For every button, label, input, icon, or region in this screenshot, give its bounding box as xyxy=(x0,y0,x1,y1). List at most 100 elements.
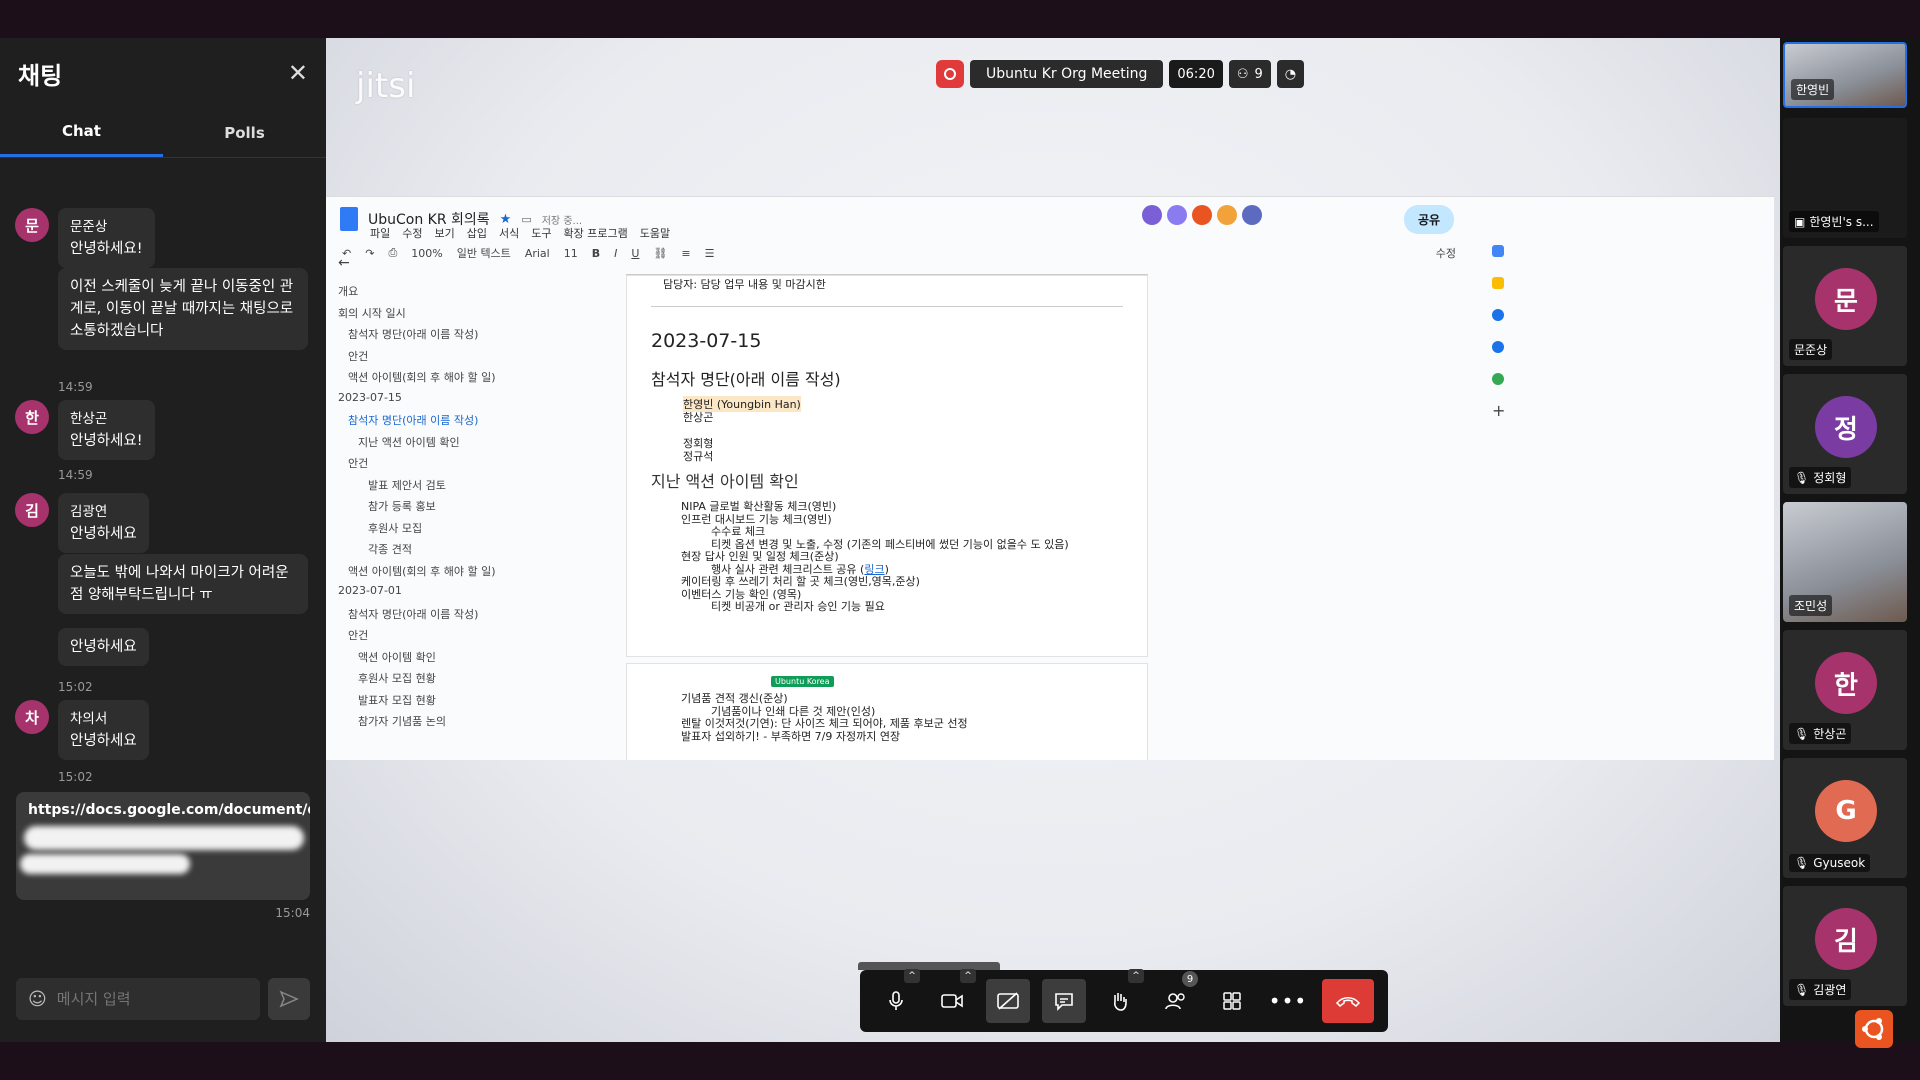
raise-hand-button[interactable]: ^ xyxy=(1098,969,1144,1023)
italic-icon[interactable]: I xyxy=(614,247,617,260)
avatar[interactable] xyxy=(1242,205,1262,225)
chevron-up-icon[interactable]: ^ xyxy=(1128,969,1144,983)
participant-tile[interactable]: ▣ 한영빈's s... xyxy=(1783,118,1907,238)
gauge-icon: ◔ xyxy=(1284,66,1297,82)
share-button[interactable]: 공유 xyxy=(1404,205,1455,234)
action-item: 티켓 비공개 or 관리자 승인 기능 필요 xyxy=(711,598,885,614)
outline-item[interactable]: 각종 견적 xyxy=(368,541,412,557)
maps-icon[interactable] xyxy=(1492,373,1504,385)
back-arrow-icon[interactable]: ← xyxy=(338,255,350,271)
message-time: 15:04 xyxy=(275,906,310,920)
outline-item[interactable]: 안건 xyxy=(348,627,368,643)
participant-tile[interactable]: 정 🎙 정회형 xyxy=(1783,374,1907,494)
message-link[interactable]: https://docs.google.com/document/d/1 xyxy=(28,802,310,818)
calendar-icon[interactable] xyxy=(1492,245,1504,257)
align-icon[interactable]: ≡ xyxy=(681,247,690,260)
message-bubble: 안녕하세요 xyxy=(58,628,149,666)
side-panel-icons: + xyxy=(1486,245,1510,419)
link-icon[interactable]: ⛓ xyxy=(653,247,667,260)
style-select[interactable]: 일반 텍스트 xyxy=(457,245,511,261)
microphone-icon xyxy=(889,991,903,1010)
tile-view-button[interactable] xyxy=(1210,979,1254,1023)
outline-item[interactable]: 참가자 기념품 논의 xyxy=(358,713,446,729)
outline-item[interactable]: 회의 시작 일시 xyxy=(338,305,406,321)
outline-item[interactable]: 액션 아이템(회의 후 해야 할 일) xyxy=(348,369,496,385)
chat-input-box[interactable]: ☺ xyxy=(16,978,260,1020)
avatar[interactable] xyxy=(1192,205,1212,225)
menu-view[interactable]: 보기 xyxy=(435,225,455,241)
emoji-icon[interactable]: ☺ xyxy=(28,989,47,1010)
outline-item[interactable]: 안건 xyxy=(348,455,368,471)
menu-extensions[interactable]: 확장 프로그램 xyxy=(564,225,628,241)
zoom-select[interactable]: 100% xyxy=(411,247,442,260)
chat-button[interactable] xyxy=(1042,979,1086,1023)
contacts-icon[interactable] xyxy=(1492,341,1504,353)
font-select[interactable]: Arial xyxy=(525,247,550,260)
menu-insert[interactable]: 삽입 xyxy=(467,225,487,241)
outline-item[interactable]: 발표 제안서 검토 xyxy=(368,477,446,493)
add-icon[interactable]: + xyxy=(1492,403,1505,419)
outline-item[interactable]: 액션 아이템 확인 xyxy=(358,649,436,665)
outline-item[interactable]: 참가 등록 홍보 xyxy=(368,498,436,514)
participant-count[interactable]: ⚇ 9 xyxy=(1228,60,1271,88)
outline-item[interactable]: 참석자 명단(아래 이름 작성) xyxy=(348,326,478,342)
edit-mode-select[interactable]: 수정 xyxy=(1436,245,1456,261)
message-bubble: 차의서 안녕하세요 xyxy=(58,700,149,760)
underline-icon[interactable]: U xyxy=(631,247,639,260)
meeting-name: Ubuntu Kr Org Meeting xyxy=(970,60,1164,88)
action-item: 발표자 섭외하기! - 부족하면 7/9 자정까지 연장 xyxy=(681,729,901,743)
participant-tile[interactable]: 조민성 xyxy=(1783,502,1907,622)
video-letterbox-top xyxy=(0,0,1920,38)
outline-item[interactable]: 후원사 모집 xyxy=(368,520,422,536)
folder-icon[interactable]: ▭ xyxy=(521,213,531,226)
outline-item[interactable]: 참석자 명단(아래 이름 작성) xyxy=(348,606,478,622)
more-options-button[interactable]: ••• xyxy=(1266,979,1310,1023)
outline-item[interactable]: 개요 xyxy=(338,283,358,299)
camera-button[interactable]: ^ xyxy=(930,969,976,1023)
tasks-icon[interactable] xyxy=(1492,309,1504,321)
outline-item[interactable]: 지난 액션 아이템 확인 xyxy=(358,434,460,450)
bold-icon[interactable]: B xyxy=(592,247,600,260)
chat-panel: 채팅 ✕ Chat Polls 문 문준상 안녕하세요! 이전 스케줄이 늦게 … xyxy=(0,38,326,1042)
participant-tile[interactable]: 한영빈 xyxy=(1783,42,1907,108)
avatar[interactable] xyxy=(1167,205,1187,225)
send-button[interactable] xyxy=(268,978,310,1020)
outline-item[interactable]: 2023-07-01 xyxy=(338,584,402,597)
keep-icon[interactable] xyxy=(1492,277,1504,289)
avatar[interactable] xyxy=(1217,205,1237,225)
tab-polls[interactable]: Polls xyxy=(163,108,326,157)
font-size[interactable]: 11 xyxy=(564,247,578,260)
avatar[interactable] xyxy=(1142,205,1162,225)
redo-icon[interactable]: ↷ xyxy=(365,247,374,260)
close-icon[interactable]: ✕ xyxy=(288,59,308,87)
participant-tile[interactable]: 문 문준상 xyxy=(1783,246,1907,366)
outline-item[interactable]: 참석자 명단(아래 이름 작성) xyxy=(348,412,478,428)
tab-chat[interactable]: Chat xyxy=(0,108,163,157)
chevron-up-icon[interactable]: ^ xyxy=(904,969,920,983)
own-message-bubble: https://docs.google.com/document/d/1 xyxy=(16,792,310,900)
outline-item[interactable]: 안건 xyxy=(348,348,368,364)
microphone-button[interactable]: ^ xyxy=(874,969,920,1023)
screen-share-button[interactable] xyxy=(986,979,1030,1023)
leave-meeting-button[interactable] xyxy=(1322,979,1374,1023)
outline-item[interactable]: 후원사 모집 현황 xyxy=(358,670,436,686)
menu-help[interactable]: 도움말 xyxy=(640,225,670,241)
chevron-up-icon[interactable]: ^ xyxy=(960,969,976,983)
list-icon[interactable]: ☰ xyxy=(705,247,715,260)
menu-file[interactable]: 파일 xyxy=(370,225,390,241)
message-input[interactable] xyxy=(56,990,237,1008)
participants-button[interactable]: 9 xyxy=(1154,971,1198,1023)
outline-item[interactable]: 액션 아이템(회의 후 해야 할 일) xyxy=(348,563,496,579)
participant-tile[interactable]: G 🎙 Gyuseok xyxy=(1783,758,1907,878)
participant-tile[interactable]: 한 🎙 한상곤 xyxy=(1783,630,1907,750)
menu-edit[interactable]: 수정 xyxy=(402,225,422,241)
connection-indicator[interactable]: ◔ xyxy=(1276,60,1305,88)
doc-page: 담당자: 담당 업무 내용 및 마감시한 2023-07-15 참석자 명단(아… xyxy=(626,275,1148,657)
docs-icon xyxy=(340,207,358,231)
outline-item[interactable]: 발표자 모집 현황 xyxy=(358,692,436,708)
menu-tools[interactable]: 도구 xyxy=(531,225,551,241)
participant-tile[interactable]: 김 🎙 김광연 xyxy=(1783,886,1907,1006)
outline-item[interactable]: 2023-07-15 xyxy=(338,391,402,404)
menu-format[interactable]: 서식 xyxy=(499,225,519,241)
print-icon[interactable]: ⎙ xyxy=(388,246,397,260)
